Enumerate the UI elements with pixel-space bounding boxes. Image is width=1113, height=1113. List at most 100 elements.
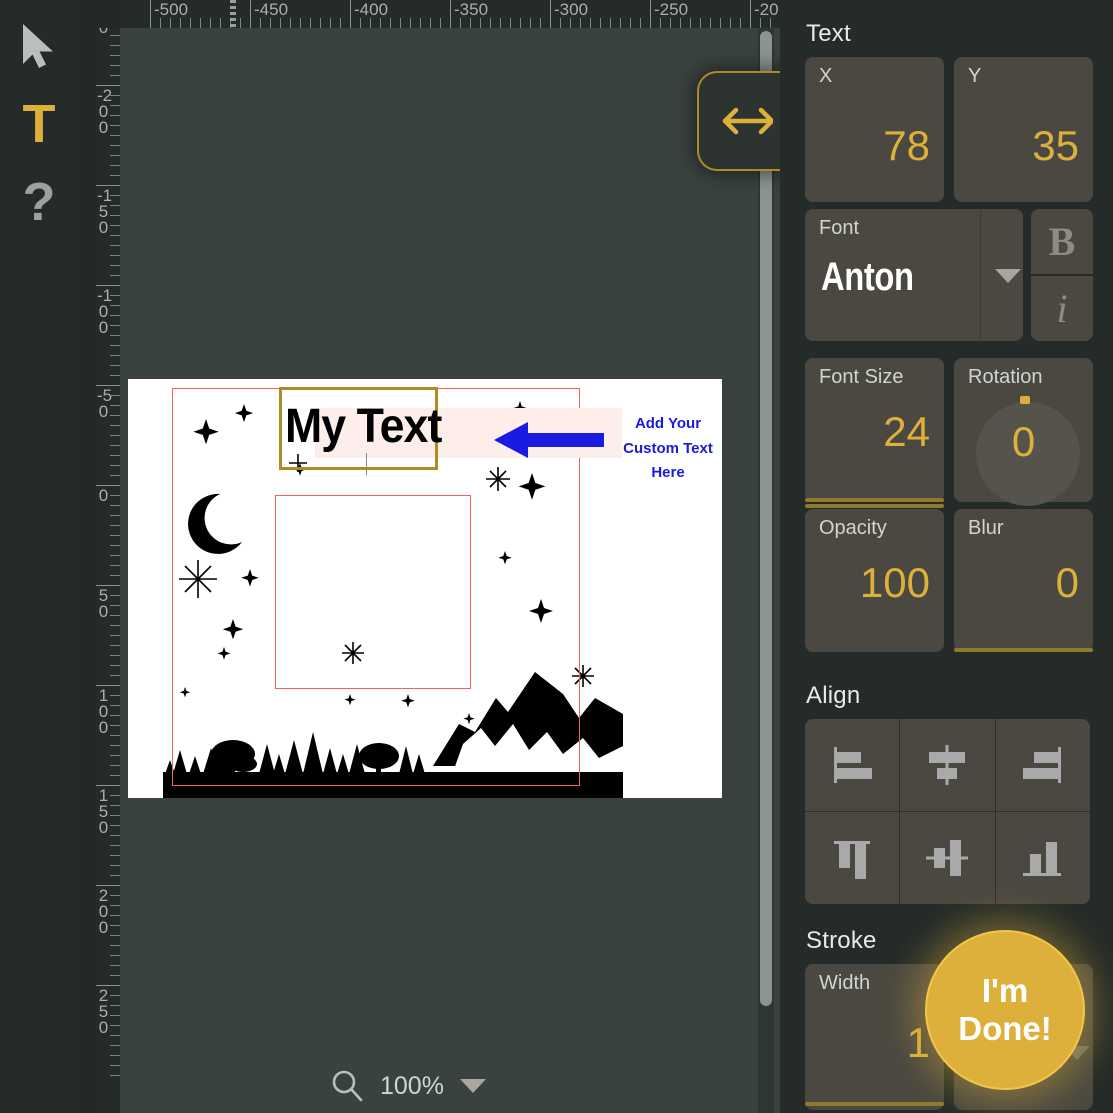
font-size-slider-indicator[interactable] [805, 498, 944, 502]
ruler-minor-tick [710, 18, 711, 28]
font-select-value: Anton [821, 255, 914, 299]
font-size-value: 24 [883, 408, 930, 455]
ruler-minor-tick [110, 65, 120, 66]
bold-button[interactable]: B [1031, 209, 1093, 274]
ruler-label: -450 [254, 0, 289, 19]
ruler-minor-tick [110, 125, 120, 126]
select-tool[interactable] [0, 8, 78, 84]
canvas-workspace[interactable]: My Text Add Your Custom Text Here [120, 28, 780, 1113]
blur-field[interactable]: Blur 0 [954, 509, 1093, 652]
blur-slider-indicator[interactable] [954, 648, 1093, 652]
ruler-minor-tick [180, 18, 181, 28]
ruler-minor-tick [110, 605, 120, 606]
ruler-label: ‑250 [97, 28, 110, 36]
ruler-minor-tick [110, 765, 120, 766]
ruler-label: -20 [754, 0, 779, 19]
im-done-button[interactable]: I'm Done! [925, 930, 1085, 1090]
ruler-minor-tick [110, 1055, 120, 1056]
ruler-minor-tick [110, 635, 120, 636]
ruler-minor-tick [110, 215, 120, 216]
ruler-minor-tick [110, 175, 120, 176]
canvas-vertical-scrollbar[interactable] [758, 28, 774, 1113]
opacity-field[interactable]: Opacity 100 [805, 504, 944, 652]
align-center-horizontal-button[interactable] [900, 719, 995, 811]
x-field[interactable]: X 78 [805, 57, 944, 202]
help-tool[interactable]: ? [0, 164, 78, 240]
ruler-minor-tick [110, 725, 120, 726]
ruler-minor-tick [110, 1075, 120, 1076]
ruler-label: 150 [98, 786, 109, 837]
ruler-minor-tick [680, 18, 681, 28]
ruler-gutter [78, 28, 96, 1113]
align-left-button[interactable] [805, 719, 900, 811]
ruler-minor-tick [110, 905, 120, 906]
stroke-width-field[interactable]: Width 1 [805, 964, 944, 1110]
ruler-minor-tick [460, 18, 461, 28]
text-section-title: Text [806, 20, 851, 47]
ruler-minor-tick [110, 305, 120, 306]
ruler-minor-tick [110, 815, 120, 816]
align-middle-vertical-button[interactable] [900, 812, 995, 904]
align-top-button[interactable] [805, 812, 900, 904]
align-right-button[interactable] [995, 719, 1090, 811]
ruler-minor-tick [110, 335, 120, 336]
horizontal-ruler[interactable]: -500 -450 -400 -350 -300 -250 -20 [120, 0, 780, 28]
rotation-knob-tick [1020, 396, 1030, 404]
text-caret [366, 453, 367, 475]
ruler-minor-tick [110, 755, 120, 756]
vertical-ruler[interactable]: ‑250 ‑200 ‑150 ‑100 ‑50 0 50 100 150 200 250 [96, 28, 120, 1113]
font-select[interactable]: Font Anton [805, 209, 1023, 341]
align-center-horizontal-icon [929, 745, 966, 785]
ruler-minor-tick [110, 645, 120, 646]
font-size-field[interactable]: Font Size 24 [805, 358, 944, 502]
annotation-line-2: Custom Text [623, 439, 713, 457]
y-field[interactable]: Y 35 [954, 57, 1093, 202]
ruler-minor-tick [110, 115, 120, 116]
ruler-minor-tick [110, 75, 120, 76]
ruler-minor-tick [200, 18, 201, 28]
ruler-minor-tick [260, 18, 261, 28]
ruler-minor-tick [110, 395, 120, 396]
ruler-minor-tick [110, 1045, 120, 1046]
ruler-minor-tick [310, 18, 311, 28]
ruler-minor-tick [110, 225, 120, 226]
rotation-field[interactable]: Rotation 0 [954, 358, 1093, 506]
ruler-minor-tick [110, 55, 120, 56]
ruler-minor-tick [500, 18, 501, 28]
design-canvas[interactable]: My Text Add Your Custom Text Here [128, 379, 722, 798]
zoom-control[interactable]: 100% [330, 1062, 530, 1110]
chevron-down-icon[interactable] [459, 1079, 486, 1093]
ruler-minor-tick [110, 955, 120, 956]
ruler-minor-tick [110, 295, 120, 296]
magnifier-icon[interactable] [330, 1069, 364, 1103]
stroke-width-label: Width [819, 972, 871, 994]
ruler-minor-tick [110, 655, 120, 656]
left-arrow-icon [494, 422, 604, 458]
ruler-minor-tick [110, 345, 120, 346]
ruler-minor-tick [110, 145, 120, 146]
ruler-minor-tick [220, 18, 221, 28]
ruler-minor-tick [110, 455, 120, 456]
text-tool[interactable]: T [0, 86, 78, 162]
stroke-width-slider-indicator[interactable] [805, 1102, 944, 1106]
italic-button[interactable]: i [1031, 276, 1093, 341]
opacity-slider-indicator[interactable] [805, 504, 944, 508]
ruler-minor-tick [110, 965, 120, 966]
ruler-minor-tick [110, 205, 120, 206]
bold-label: B [1048, 219, 1076, 264]
canvas-text-object[interactable]: My Text [285, 396, 442, 458]
chevron-down-icon[interactable] [995, 269, 1021, 283]
ruler-minor-tick [110, 875, 120, 876]
ruler-minor-tick [110, 495, 120, 496]
ruler-label: 50 [98, 586, 109, 621]
ruler-label: -250 [654, 0, 689, 19]
ruler-minor-tick [340, 18, 341, 28]
properties-panel: Text X 78 Y 35 Font Anton B i Font Size [780, 0, 1113, 1113]
scrollbar-thumb[interactable] [760, 31, 772, 1006]
ruler-minor-tick [110, 825, 120, 826]
ruler-label: ‑150 [97, 186, 113, 237]
text-t-icon: T [22, 94, 56, 154]
align-bottom-button[interactable] [995, 812, 1090, 904]
ruler-minor-tick [190, 18, 191, 28]
ruler-minor-tick [640, 18, 641, 28]
